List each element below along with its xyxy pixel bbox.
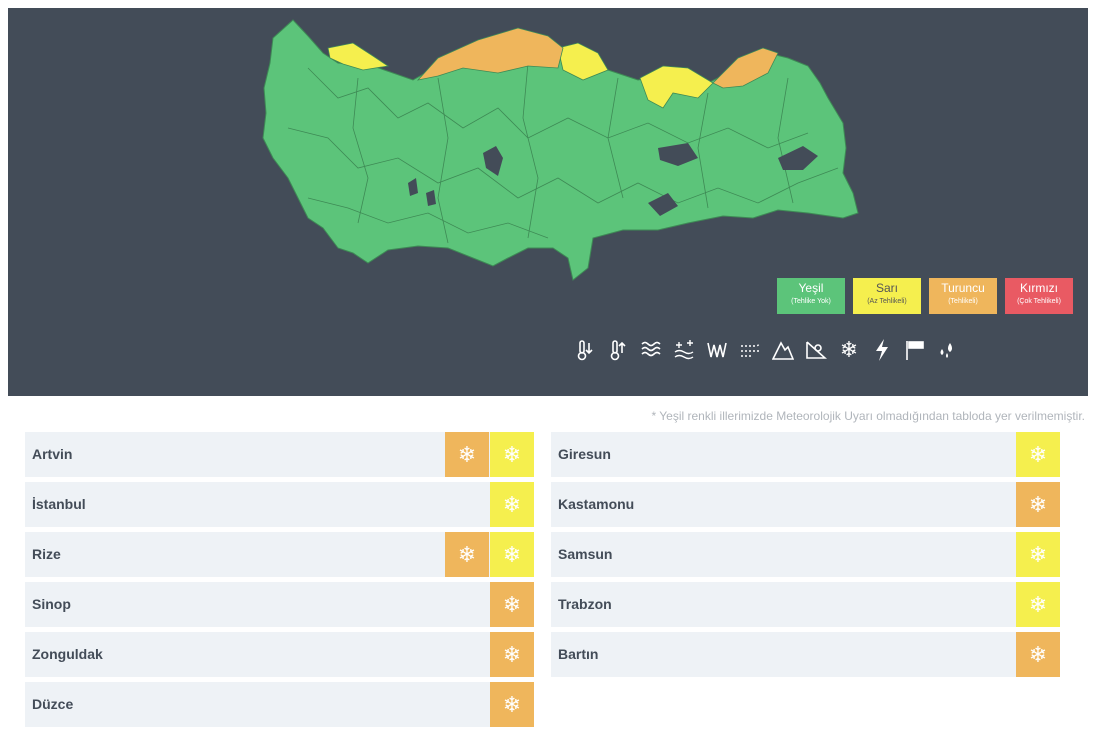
snow-icon: ❄ xyxy=(502,441,522,467)
warning-cells: ❄ xyxy=(490,482,534,527)
table-row[interactable]: Trabzon ❄ xyxy=(551,582,1060,627)
table-row[interactable]: Giresun ❄ xyxy=(551,432,1060,477)
legend-name: Turuncu xyxy=(941,281,985,295)
city-name: Giresun xyxy=(558,446,611,462)
snow-icon: ❄ xyxy=(1028,641,1048,667)
warning-level-orange[interactable]: ❄ xyxy=(490,682,534,727)
snow-icon[interactable]: ❄ xyxy=(837,338,861,362)
legend: Yeşil (Tehlike Yok) Sarı (Az Tehlikeli) … xyxy=(777,278,1073,314)
snow-icon: ❄ xyxy=(502,491,522,517)
warning-level-orange[interactable]: ❄ xyxy=(1016,482,1060,527)
warning-level-orange[interactable]: ❄ xyxy=(445,532,489,577)
thunder-icon[interactable] xyxy=(870,338,894,362)
snow-icon: ❄ xyxy=(457,441,477,467)
fog-icon[interactable] xyxy=(639,338,663,362)
city-name: Düzce xyxy=(32,696,74,712)
warning-level-orange[interactable]: ❄ xyxy=(1016,632,1060,677)
rain-icon[interactable] xyxy=(936,338,960,362)
table-row[interactable]: İstanbul ❄ xyxy=(25,482,534,527)
legend-red: Kırmızı (Çok Tehlikeli) xyxy=(1005,278,1073,314)
city-name: Zonguldak xyxy=(32,646,103,662)
warning-level-orange[interactable]: ❄ xyxy=(490,582,534,627)
legend-desc: (Az Tehlikeli) xyxy=(867,298,907,305)
table-row[interactable]: Zonguldak ❄ xyxy=(25,632,534,677)
warning-level-yellow[interactable]: ❄ xyxy=(490,482,534,527)
warning-table-right: Giresun ❄ Kastamonu ❄ Samsun ❄ Trabzon ❄ Bar… xyxy=(551,432,1060,682)
hot-icon[interactable] xyxy=(606,338,630,362)
landslide-icon[interactable] xyxy=(804,338,828,362)
warning-cells: ❄ xyxy=(490,582,534,627)
legend-name: Yeşil xyxy=(798,281,824,295)
warning-cells: ❄ xyxy=(1016,432,1060,477)
warning-cells: ❄ xyxy=(490,632,534,677)
warning-cells: ❄ ❄ xyxy=(445,532,534,577)
legend-orange: Turuncu (Tehlikeli) xyxy=(929,278,997,314)
snow-icon: ❄ xyxy=(502,691,522,717)
snow-icon: ❄ xyxy=(457,541,477,567)
snow-icon: ❄ xyxy=(1028,591,1048,617)
city-name: Sinop xyxy=(32,596,71,612)
city-name: Kastamonu xyxy=(558,496,635,512)
table-row[interactable]: Bartın ❄ xyxy=(551,632,1060,677)
sandstorm-icon[interactable] xyxy=(738,338,762,362)
warning-cells: ❄ ❄ xyxy=(445,432,534,477)
legend-name: Sarı xyxy=(875,281,898,295)
table-row[interactable]: Düzce ❄ xyxy=(25,682,534,727)
city-name: Rize xyxy=(32,546,61,562)
snow-icon: ❄ xyxy=(502,641,522,667)
table-row[interactable]: Kastamonu ❄ xyxy=(551,482,1060,527)
warning-cells: ❄ xyxy=(1016,532,1060,577)
legend-green: Yeşil (Tehlike Yok) xyxy=(777,278,845,314)
snow-icon: ❄ xyxy=(502,541,522,567)
cold-icon[interactable] xyxy=(573,338,597,362)
legend-desc: (Tehlikeli) xyxy=(948,298,978,305)
warning-cells: ❄ xyxy=(490,682,534,727)
legend-yellow: Sarı (Az Tehlikeli) xyxy=(853,278,921,314)
warning-cells: ❄ xyxy=(1016,632,1060,677)
warning-level-orange[interactable]: ❄ xyxy=(490,632,534,677)
city-name: İstanbul xyxy=(32,496,86,512)
city-name: Bartın xyxy=(558,646,599,662)
snow-icon: ❄ xyxy=(502,591,522,617)
warning-level-orange[interactable]: ❄ xyxy=(445,432,489,477)
warning-level-yellow[interactable]: ❄ xyxy=(490,532,534,577)
snow-icon: ❄ xyxy=(1028,441,1048,467)
map-panel: Yeşil (Tehlike Yok) Sarı (Az Tehlikeli) … xyxy=(8,8,1088,396)
warning-cells: ❄ xyxy=(1016,482,1060,527)
hazard-icons: ❄ xyxy=(573,338,960,362)
snow-icon: ❄ xyxy=(1028,491,1048,517)
legend-name: Kırmızı xyxy=(1020,281,1058,295)
table-row[interactable]: Sinop ❄ xyxy=(25,582,534,627)
snow-icon: ❄ xyxy=(1028,541,1048,567)
warning-level-yellow[interactable]: ❄ xyxy=(1016,432,1060,477)
city-name: Samsun xyxy=(558,546,613,562)
wind-icon[interactable] xyxy=(903,338,927,362)
table-row[interactable]: Artvin ❄ ❄ xyxy=(25,432,534,477)
warning-cells: ❄ xyxy=(1016,582,1060,627)
ice-icon[interactable] xyxy=(705,338,729,362)
note-text: * Yeşil renkli illerimizde Meteorolojik … xyxy=(651,409,1085,423)
warning-level-yellow[interactable]: ❄ xyxy=(1016,532,1060,577)
avalanche-icon[interactable] xyxy=(771,338,795,362)
legend-desc: (Çok Tehlikeli) xyxy=(1017,298,1061,305)
city-name: Artvin xyxy=(32,446,73,462)
table-row[interactable]: Rize ❄ ❄ xyxy=(25,532,534,577)
city-name: Trabzon xyxy=(558,596,612,612)
legend-desc: (Tehlike Yok) xyxy=(791,298,831,305)
warning-level-yellow[interactable]: ❄ xyxy=(490,432,534,477)
table-row[interactable]: Samsun ❄ xyxy=(551,532,1060,577)
warning-level-yellow[interactable]: ❄ xyxy=(1016,582,1060,627)
snow-melt-icon[interactable] xyxy=(672,338,696,362)
warning-table-left: Artvin ❄ ❄ İstanbul ❄ Rize ❄ ❄ Sinop ❄ Zonguld… xyxy=(25,432,534,732)
